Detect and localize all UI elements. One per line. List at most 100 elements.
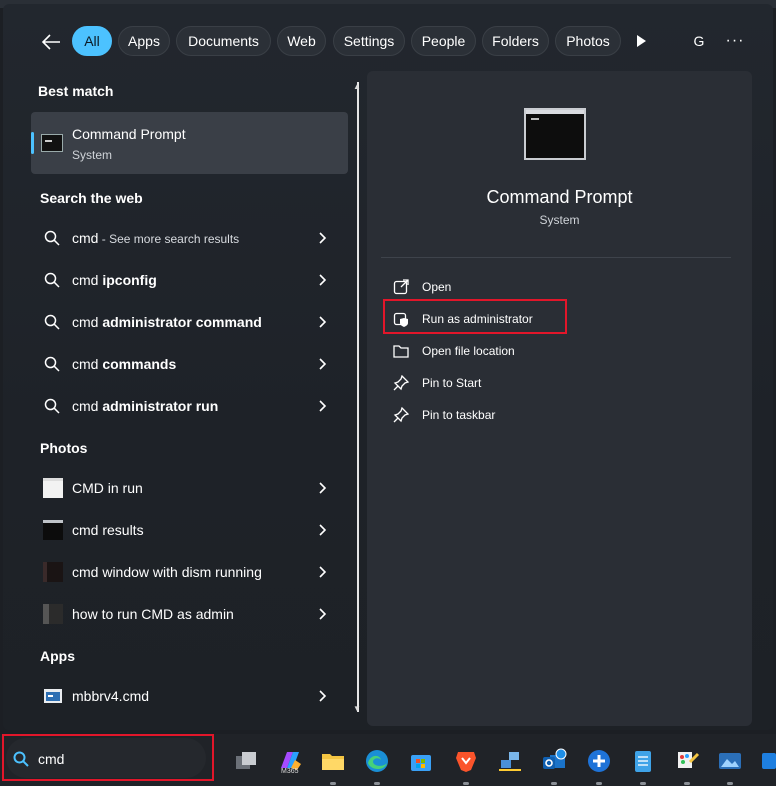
- filter-settings[interactable]: Settings: [333, 26, 405, 56]
- web-result-text: cmd administrator run: [72, 398, 218, 414]
- search-icon: [44, 230, 60, 246]
- task-view-icon[interactable]: [233, 748, 259, 774]
- command-prompt-icon: [41, 134, 63, 152]
- paint-icon[interactable]: [674, 748, 700, 785]
- search-icon: [44, 398, 60, 414]
- filter-folders[interactable]: Folders: [482, 26, 549, 56]
- photo-result-row[interactable]: cmd window with dism running: [31, 552, 348, 592]
- web-result-row[interactable]: cmd administrator run: [31, 386, 348, 426]
- app-result-row[interactable]: mbbrv4.cmd: [31, 676, 348, 716]
- play-more-icon[interactable]: [632, 32, 650, 50]
- more-options-button[interactable]: ···: [722, 28, 748, 54]
- arrow-left-icon: [41, 34, 60, 50]
- photo-result-row[interactable]: how to run CMD as admin: [31, 594, 348, 634]
- chevron-right-icon: [319, 358, 327, 370]
- photo-result-label: CMD in run: [72, 480, 143, 496]
- chevron-right-icon: [319, 524, 327, 536]
- photo-result-row[interactable]: cmd results: [31, 510, 348, 550]
- brave-icon[interactable]: [453, 748, 479, 785]
- photo-result-label: cmd results: [72, 522, 144, 538]
- web-result-text: cmd ipconfig: [72, 272, 157, 288]
- photo-result-row[interactable]: CMD in run: [31, 468, 348, 508]
- query-prefix: cmd: [72, 314, 103, 330]
- photo-thumbnail: [43, 604, 63, 624]
- query-completion: administrator command: [102, 314, 262, 330]
- app-last-icon[interactable]: [760, 748, 776, 774]
- m365-label: M365: [281, 768, 299, 775]
- scroll-up-icon[interactable]: ▲: [353, 82, 361, 91]
- filter-all[interactable]: All: [72, 26, 112, 56]
- chevron-right-icon: [319, 274, 327, 286]
- cmd-file-icon: [44, 689, 62, 703]
- pin-icon: [393, 407, 409, 423]
- search-icon: [44, 356, 60, 372]
- best-match-heading: Best match: [38, 83, 114, 99]
- chevron-right-icon: [319, 608, 327, 620]
- network-icon[interactable]: [497, 748, 523, 774]
- store-icon[interactable]: [408, 748, 434, 774]
- edge-icon[interactable]: [364, 748, 390, 785]
- query-prefix: cmd: [72, 272, 103, 288]
- back-button[interactable]: [38, 29, 64, 55]
- query-prefix: cmd: [72, 398, 103, 414]
- action-open-file-location[interactable]: Open file location: [381, 338, 681, 364]
- action-open[interactable]: Open: [381, 274, 681, 300]
- chevron-right-icon: [319, 400, 327, 412]
- photo-result-label: how to run CMD as admin: [72, 606, 234, 622]
- web-result-row[interactable]: cmd commands: [31, 344, 348, 384]
- web-result-text: cmd commands: [72, 356, 176, 372]
- web-result-row[interactable]: cmd ipconfig: [31, 260, 348, 300]
- running-indicator: [551, 782, 557, 785]
- action-label: Open: [422, 280, 452, 294]
- running-indicator: [596, 782, 602, 785]
- photos-heading: Photos: [40, 440, 88, 456]
- app-result-label: mbbrv4.cmd: [72, 688, 150, 704]
- query-completion: ipconfig: [102, 272, 157, 288]
- web-result-row[interactable]: cmd administrator command: [31, 302, 348, 342]
- running-indicator: [330, 782, 336, 785]
- query-completion: administrator run: [102, 398, 219, 414]
- action-label: Pin to Start: [422, 376, 482, 390]
- avatar[interactable]: G: [686, 28, 712, 54]
- app-plus-icon[interactable]: [586, 748, 612, 785]
- detail-subtitle: System: [539, 213, 580, 227]
- chevron-right-icon: [319, 566, 327, 578]
- query-prefix: cmd: [72, 230, 99, 246]
- outlook-icon[interactable]: [541, 748, 567, 785]
- notepad-icon[interactable]: [630, 748, 656, 785]
- microsoft-365-icon[interactable]: M365: [277, 748, 303, 775]
- chevron-right-icon: [319, 690, 327, 702]
- scroll-down-icon[interactable]: ▼: [353, 704, 361, 713]
- search-web-heading: Search the web: [40, 190, 143, 206]
- pin-icon: [393, 375, 409, 391]
- detail-panel: Command Prompt System Open Run as admini…: [367, 71, 752, 726]
- best-match-subtitle: System: [72, 148, 113, 162]
- action-pin-to-start[interactable]: Pin to Start: [381, 370, 681, 396]
- filter-documents[interactable]: Documents: [176, 26, 271, 56]
- results-scrollbar[interactable]: [357, 82, 359, 712]
- apps-heading: Apps: [40, 648, 75, 664]
- selection-accent: [31, 132, 34, 154]
- filter-people[interactable]: People: [411, 26, 476, 56]
- photos-icon[interactable]: [717, 748, 743, 785]
- command-prompt-large-icon: [524, 108, 586, 160]
- running-indicator: [684, 782, 690, 785]
- filter-bar: All Apps Documents Web Settings People F…: [0, 26, 776, 58]
- chevron-right-icon: [319, 232, 327, 244]
- chevron-right-icon: [319, 482, 327, 494]
- open-external-icon: [393, 279, 409, 295]
- running-indicator: [727, 782, 733, 785]
- detail-divider: [381, 257, 731, 258]
- filter-web[interactable]: Web: [277, 26, 326, 56]
- search-box-highlight: [2, 734, 214, 781]
- web-result-text: cmd - See more search results: [72, 230, 239, 246]
- file-explorer-icon[interactable]: [320, 748, 346, 785]
- filter-photos[interactable]: Photos: [555, 26, 621, 56]
- best-match-item[interactable]: Command Prompt System: [31, 112, 348, 174]
- photo-thumbnail: [43, 520, 63, 540]
- action-pin-to-taskbar[interactable]: Pin to taskbar: [381, 402, 681, 428]
- web-result-row[interactable]: cmd - See more search results: [31, 218, 348, 258]
- filter-apps[interactable]: Apps: [118, 26, 170, 56]
- best-match-title: Command Prompt: [72, 126, 186, 142]
- action-label: Pin to taskbar: [422, 408, 496, 422]
